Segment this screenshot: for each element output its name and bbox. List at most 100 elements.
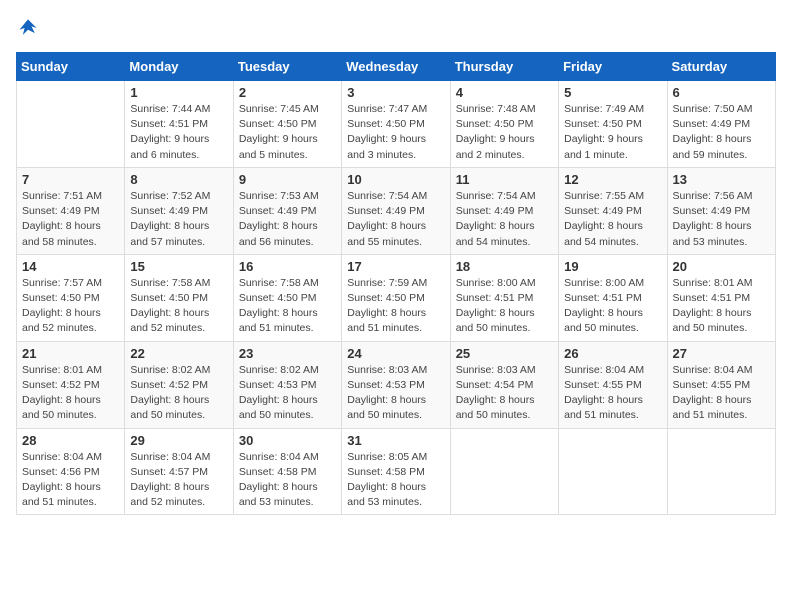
day-info: Sunrise: 7:50 AM Sunset: 4:49 PM Dayligh… — [673, 102, 770, 163]
day-number: 14 — [22, 259, 119, 274]
day-info: Sunrise: 7:58 AM Sunset: 4:50 PM Dayligh… — [239, 276, 336, 337]
day-info: Sunrise: 7:59 AM Sunset: 4:50 PM Dayligh… — [347, 276, 444, 337]
day-number: 29 — [130, 433, 227, 448]
calendar-cell — [17, 81, 125, 168]
day-number: 21 — [22, 346, 119, 361]
day-info: Sunrise: 8:01 AM Sunset: 4:52 PM Dayligh… — [22, 363, 119, 424]
day-info: Sunrise: 8:03 AM Sunset: 4:54 PM Dayligh… — [456, 363, 553, 424]
day-number: 7 — [22, 172, 119, 187]
calendar-cell: 6 Sunrise: 7:50 AM Sunset: 4:49 PM Daylig… — [667, 81, 775, 168]
day-info: Sunrise: 7:53 AM Sunset: 4:49 PM Dayligh… — [239, 189, 336, 250]
calendar-cell: 5 Sunrise: 7:49 AM Sunset: 4:50 PM Daylig… — [559, 81, 667, 168]
day-info: Sunrise: 7:54 AM Sunset: 4:49 PM Dayligh… — [456, 189, 553, 250]
day-info: Sunrise: 7:47 AM Sunset: 4:50 PM Dayligh… — [347, 102, 444, 163]
day-number: 31 — [347, 433, 444, 448]
calendar-cell: 8 Sunrise: 7:52 AM Sunset: 4:49 PM Daylig… — [125, 167, 233, 254]
day-info: Sunrise: 8:02 AM Sunset: 4:52 PM Dayligh… — [130, 363, 227, 424]
calendar-cell: 27 Sunrise: 8:04 AM Sunset: 4:55 PM Dayli… — [667, 341, 775, 428]
day-number: 6 — [673, 85, 770, 100]
calendar-weekday-monday: Monday — [125, 53, 233, 81]
day-number: 12 — [564, 172, 661, 187]
calendar-cell: 28 Sunrise: 8:04 AM Sunset: 4:56 PM Dayli… — [17, 428, 125, 515]
day-info: Sunrise: 7:57 AM Sunset: 4:50 PM Dayligh… — [22, 276, 119, 337]
day-info: Sunrise: 8:04 AM Sunset: 4:55 PM Dayligh… — [673, 363, 770, 424]
calendar-cell: 1 Sunrise: 7:44 AM Sunset: 4:51 PM Daylig… — [125, 81, 233, 168]
day-number: 11 — [456, 172, 553, 187]
day-info: Sunrise: 8:01 AM Sunset: 4:51 PM Dayligh… — [673, 276, 770, 337]
calendar-cell: 30 Sunrise: 8:04 AM Sunset: 4:58 PM Dayli… — [233, 428, 341, 515]
calendar-cell — [667, 428, 775, 515]
calendar-table: SundayMondayTuesdayWednesdayThursdayFrid… — [16, 52, 776, 515]
calendar-cell: 23 Sunrise: 8:02 AM Sunset: 4:53 PM Dayli… — [233, 341, 341, 428]
calendar-cell: 22 Sunrise: 8:02 AM Sunset: 4:52 PM Dayli… — [125, 341, 233, 428]
calendar-cell: 25 Sunrise: 8:03 AM Sunset: 4:54 PM Dayli… — [450, 341, 558, 428]
calendar-cell: 17 Sunrise: 7:59 AM Sunset: 4:50 PM Dayli… — [342, 254, 450, 341]
day-info: Sunrise: 8:04 AM Sunset: 4:57 PM Dayligh… — [130, 450, 227, 511]
day-info: Sunrise: 8:04 AM Sunset: 4:58 PM Dayligh… — [239, 450, 336, 511]
day-number: 13 — [673, 172, 770, 187]
calendar-cell: 14 Sunrise: 7:57 AM Sunset: 4:50 PM Dayli… — [17, 254, 125, 341]
calendar-cell: 21 Sunrise: 8:01 AM Sunset: 4:52 PM Dayli… — [17, 341, 125, 428]
day-info: Sunrise: 7:44 AM Sunset: 4:51 PM Dayligh… — [130, 102, 227, 163]
day-info: Sunrise: 7:48 AM Sunset: 4:50 PM Dayligh… — [456, 102, 553, 163]
day-number: 23 — [239, 346, 336, 361]
calendar-cell: 3 Sunrise: 7:47 AM Sunset: 4:50 PM Daylig… — [342, 81, 450, 168]
calendar-cell: 15Sunrise: 7:58 AM Sunset: 4:50 PM Dayli… — [125, 254, 233, 341]
day-info: Sunrise: 7:51 AM Sunset: 4:49 PM Dayligh… — [22, 189, 119, 250]
day-number: 2 — [239, 85, 336, 100]
day-info: Sunrise: 7:54 AM Sunset: 4:49 PM Dayligh… — [347, 189, 444, 250]
day-number: 22 — [130, 346, 227, 361]
day-number: 18 — [456, 259, 553, 274]
day-info: Sunrise: 7:55 AM Sunset: 4:49 PM Dayligh… — [564, 189, 661, 250]
calendar-cell: 24Sunrise: 8:03 AM Sunset: 4:53 PM Dayli… — [342, 341, 450, 428]
day-info: Sunrise: 8:00 AM Sunset: 4:51 PM Dayligh… — [456, 276, 553, 337]
calendar-cell — [450, 428, 558, 515]
calendar-cell: 19 Sunrise: 8:00 AM Sunset: 4:51 PM Dayli… — [559, 254, 667, 341]
day-number: 17 — [347, 259, 444, 274]
day-number: 24 — [347, 346, 444, 361]
day-number: 28 — [22, 433, 119, 448]
day-number: 9 — [239, 172, 336, 187]
day-info: Sunrise: 8:00 AM Sunset: 4:51 PM Dayligh… — [564, 276, 661, 337]
day-number: 25 — [456, 346, 553, 361]
calendar-cell: 26Sunrise: 8:04 AM Sunset: 4:55 PM Dayli… — [559, 341, 667, 428]
logo-icon — [16, 16, 40, 40]
day-info: Sunrise: 7:58 AM Sunset: 4:50 PM Dayligh… — [130, 276, 227, 337]
day-number: 1 — [130, 85, 227, 100]
page-header — [16, 16, 776, 40]
day-info: Sunrise: 7:49 AM Sunset: 4:50 PM Dayligh… — [564, 102, 661, 163]
calendar-cell: 31 Sunrise: 8:05 AM Sunset: 4:58 PM Dayli… — [342, 428, 450, 515]
calendar-weekday-thursday: Thursday — [450, 53, 558, 81]
day-info: Sunrise: 7:45 AM Sunset: 4:50 PM Dayligh… — [239, 102, 336, 163]
calendar-cell: 9 Sunrise: 7:53 AM Sunset: 4:49 PM Daylig… — [233, 167, 341, 254]
day-info: Sunrise: 8:05 AM Sunset: 4:58 PM Dayligh… — [347, 450, 444, 511]
day-number: 20 — [673, 259, 770, 274]
day-info: Sunrise: 7:56 AM Sunset: 4:49 PM Dayligh… — [673, 189, 770, 250]
calendar-cell: 7 Sunrise: 7:51 AM Sunset: 4:49 PM Daylig… — [17, 167, 125, 254]
calendar-cell: 13 Sunrise: 7:56 AM Sunset: 4:49 PM Dayli… — [667, 167, 775, 254]
calendar-weekday-friday: Friday — [559, 53, 667, 81]
calendar-cell: 20 Sunrise: 8:01 AM Sunset: 4:51 PM Dayli… — [667, 254, 775, 341]
day-number: 8 — [130, 172, 227, 187]
day-number: 4 — [456, 85, 553, 100]
day-info: Sunrise: 8:02 AM Sunset: 4:53 PM Dayligh… — [239, 363, 336, 424]
calendar-weekday-tuesday: Tuesday — [233, 53, 341, 81]
calendar-cell: 11 Sunrise: 7:54 AM Sunset: 4:49 PM Dayli… — [450, 167, 558, 254]
calendar-cell: 12 Sunrise: 7:55 AM Sunset: 4:49 PM Dayli… — [559, 167, 667, 254]
calendar-cell — [559, 428, 667, 515]
day-number: 3 — [347, 85, 444, 100]
day-number: 27 — [673, 346, 770, 361]
day-number: 10 — [347, 172, 444, 187]
day-number: 19 — [564, 259, 661, 274]
calendar-cell: 4 Sunrise: 7:48 AM Sunset: 4:50 PM Daylig… — [450, 81, 558, 168]
calendar-weekday-wednesday: Wednesday — [342, 53, 450, 81]
day-info: Sunrise: 8:04 AM Sunset: 4:55 PM Dayligh… — [564, 363, 661, 424]
calendar-cell: 16Sunrise: 7:58 AM Sunset: 4:50 PM Dayli… — [233, 254, 341, 341]
calendar-weekday-saturday: Saturday — [667, 53, 775, 81]
day-number: 5 — [564, 85, 661, 100]
day-info: Sunrise: 8:04 AM Sunset: 4:56 PM Dayligh… — [22, 450, 119, 511]
calendar-cell: 2 Sunrise: 7:45 AM Sunset: 4:50 PM Daylig… — [233, 81, 341, 168]
day-number: 30 — [239, 433, 336, 448]
day-info: Sunrise: 7:52 AM Sunset: 4:49 PM Dayligh… — [130, 189, 227, 250]
logo — [16, 16, 44, 40]
